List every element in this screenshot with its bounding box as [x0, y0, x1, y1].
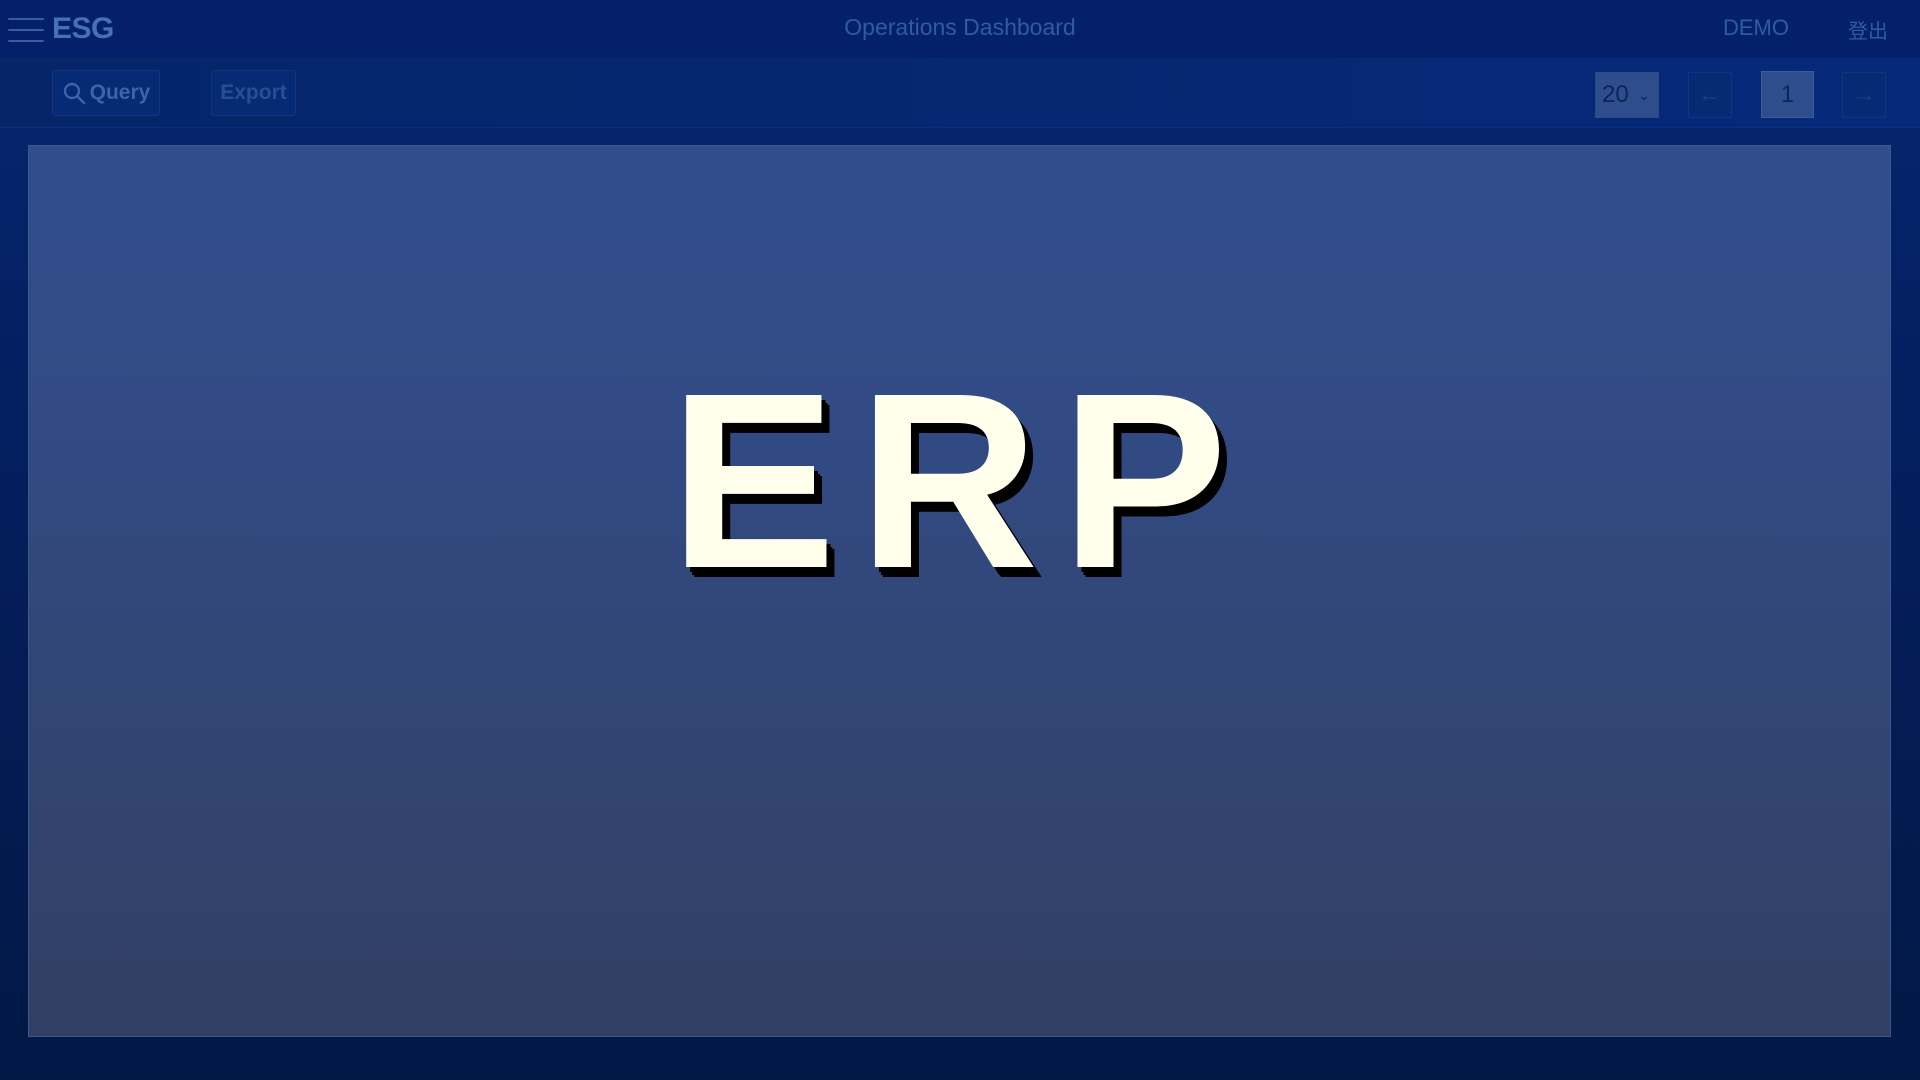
logout-link[interactable]: 登出: [1848, 15, 1888, 44]
arrow-left-icon: ←: [1698, 81, 1722, 108]
page-size-select[interactable]: 20 ⌄: [1595, 72, 1659, 118]
next-page-button[interactable]: →: [1842, 72, 1886, 118]
query-label: Query: [89, 81, 151, 104]
toolbar: Query Export 20 ⌄ ← 1 →: [0, 58, 1920, 128]
app-root: ESG Operations Dashboard DEMO 登出 Query E…: [0, 0, 1920, 1080]
previous-page-button[interactable]: ←: [1688, 72, 1732, 118]
main-content-panel: ERP: [28, 145, 1891, 1037]
erp-splash-text: ERP: [669, 341, 1250, 620]
page-title: Operations Dashboard: [844, 14, 1076, 40]
query-button[interactable]: Query: [52, 70, 160, 116]
page-size-value: 20: [1602, 81, 1629, 108]
top-header: ESG Operations Dashboard DEMO 登出: [0, 0, 1920, 58]
current-page-input[interactable]: 1: [1761, 71, 1814, 118]
arrow-right-icon: →: [1852, 81, 1876, 108]
user-name: DEMO: [1723, 15, 1789, 40]
search-icon: [63, 82, 85, 105]
export-label: Export: [220, 81, 287, 104]
export-button[interactable]: Export: [211, 70, 296, 116]
chevron-down-icon: ⌄: [1638, 87, 1650, 103]
current-page-value: 1: [1780, 80, 1795, 108]
